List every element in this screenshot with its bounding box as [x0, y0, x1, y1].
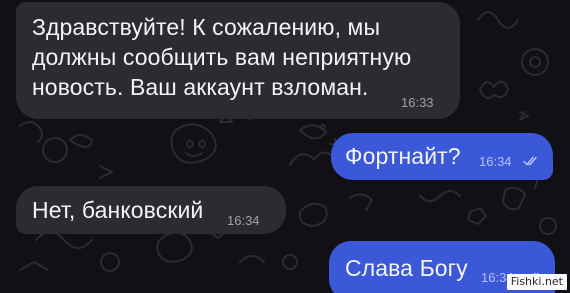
message-timestamp: 16:34 [479, 154, 512, 169]
chat-view: Здравствуйте! К сожалению, мы должны соо… [0, 0, 570, 293]
message-timestamp: 16:34 [227, 213, 260, 228]
message-text-line: новость. Ваш аккаунт взломан. [32, 74, 369, 100]
watermark-badge: Fishki.net [506, 274, 567, 290]
message-timestamp: 16:33 [401, 95, 434, 110]
message-bubble-incoming[interactable]: Нет, банковский 16:34 [16, 186, 286, 234]
message-text-line: должны сообщить вам неприятную [32, 44, 412, 70]
message-text: Нет, банковский [32, 197, 204, 223]
message-text-line: Здравствуйте! К сожалению, мы [32, 14, 381, 40]
message-text: Фортнайт? [345, 143, 461, 169]
message-bubble-incoming[interactable]: Здравствуйте! К сожалению, мы должны соо… [16, 2, 460, 119]
message-text: Слава Богу [345, 255, 468, 281]
double-check-icon [523, 156, 537, 166]
message-bubble-outgoing[interactable]: Фортнайт? 16:34 [331, 133, 553, 180]
